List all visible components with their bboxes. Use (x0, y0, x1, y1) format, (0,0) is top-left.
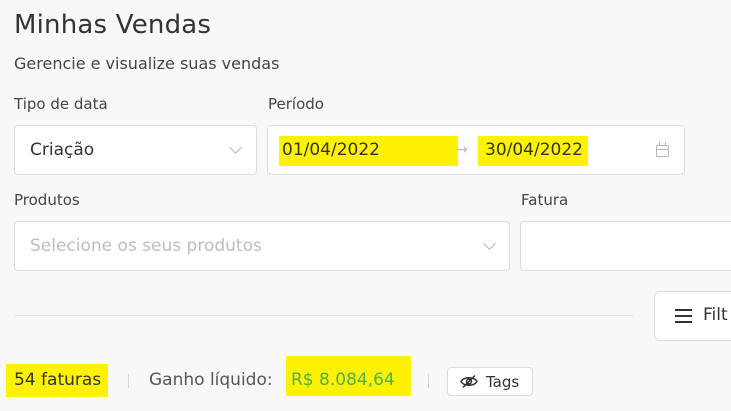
invoice-label: Fatura (521, 191, 569, 209)
products-placeholder: Selecione os seus produtos (30, 236, 262, 256)
products-select[interactable]: Selecione os seus produtos (14, 221, 510, 271)
date-type-label: Tipo de data (14, 95, 108, 113)
menu-icon (675, 309, 692, 323)
page-title: Minhas Vendas (14, 10, 212, 40)
filter-button[interactable]: Filt (654, 291, 731, 341)
invoices-count: 54 faturas (14, 370, 102, 390)
net-earnings-value: R$ 8.084,64 (291, 370, 395, 390)
filter-button-label: Filt (703, 305, 728, 325)
separator (428, 374, 429, 388)
separator (128, 374, 129, 388)
invoice-input[interactable] (520, 221, 731, 271)
period-label: Período (268, 95, 324, 113)
arrow-right-icon: → (456, 142, 468, 158)
chevron-down-icon (483, 237, 496, 250)
products-label: Produtos (14, 191, 80, 209)
date-type-select[interactable]: Criação (14, 125, 257, 175)
chevron-down-icon (229, 141, 242, 154)
divider (14, 315, 634, 316)
period-start-input[interactable]: 01/04/2022 (282, 140, 380, 160)
net-earnings-label: Ganho líquido: (149, 370, 273, 390)
eye-off-icon (460, 374, 478, 389)
calendar-icon (656, 142, 669, 157)
period-range-picker[interactable]: 01/04/2022 → 30/04/2022 (267, 125, 685, 175)
tags-button[interactable]: Tags (447, 367, 533, 396)
tags-button-label: Tags (486, 373, 520, 391)
period-end-input[interactable]: 30/04/2022 (485, 140, 583, 160)
page-subtitle: Gerencie e visualize suas vendas (14, 54, 280, 73)
date-type-value: Criação (30, 140, 95, 160)
